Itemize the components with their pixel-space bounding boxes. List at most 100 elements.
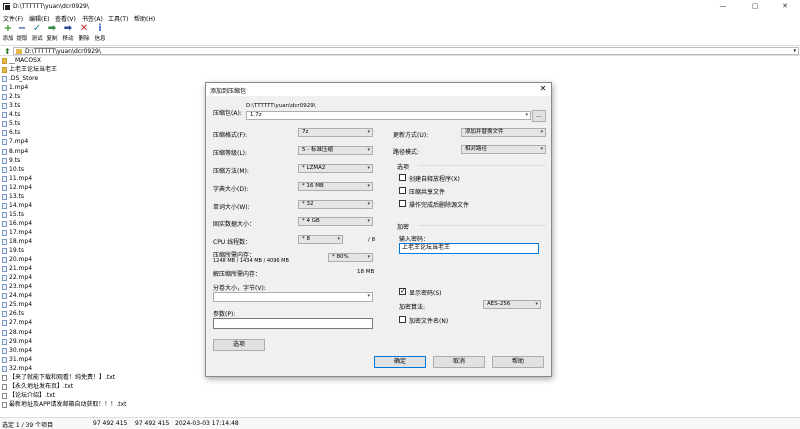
chevron-down-icon[interactable]: ▾: [793, 48, 796, 54]
menu-file[interactable]: 文件(F): [3, 14, 23, 23]
file-row[interactable]: 32.mp4: [2, 365, 32, 373]
file-name: 24.mp4: [9, 292, 33, 300]
menu-tools[interactable]: 工具(T): [108, 14, 128, 23]
file-row[interactable]: 3.ts: [2, 102, 20, 110]
file-row[interactable]: 7.mp4: [2, 138, 28, 146]
delete-button[interactable]: ✕ 删除: [77, 24, 91, 44]
file-row[interactable]: 【永久地址发布页】.txt: [2, 383, 73, 391]
cpu-select[interactable]: * 8 ▾: [298, 235, 343, 244]
file-icon: [2, 248, 7, 255]
extract-button[interactable]: − 提取: [15, 24, 29, 44]
method-select[interactable]: * LZMA2 ▾: [298, 164, 373, 173]
path-input[interactable]: D:\TTTTTT\yuan\dcr0929\ ▾: [13, 47, 799, 55]
file-row[interactable]: 1.mp4: [2, 84, 28, 92]
file-row[interactable]: 2.ts: [2, 93, 20, 101]
file-row[interactable]: 24.mp4: [2, 292, 32, 300]
cancel-button[interactable]: 取消: [433, 356, 485, 368]
level-select[interactable]: 5 - 标准压缩 ▾: [298, 146, 373, 155]
file-name: __MACOSX: [9, 57, 42, 64]
file-row[interactable]: 5.ts: [2, 120, 20, 128]
menu-edit[interactable]: 编辑(E): [29, 14, 49, 23]
update-select[interactable]: 添加并替换文件 ▾: [461, 128, 546, 137]
file-row[interactable]: 13.ts: [2, 193, 24, 201]
file-icon: [2, 220, 7, 227]
file-row[interactable]: 28.mp4: [2, 329, 32, 337]
ok-button[interactable]: 确定: [374, 356, 426, 368]
file-row[interactable]: 【论坛介绍】.txt: [2, 392, 55, 400]
file-row[interactable]: 最新地址及APP请发邮箱自动获取！！！.txt: [2, 401, 127, 409]
menu-help[interactable]: 帮助(H): [134, 14, 155, 23]
file-row[interactable]: 8.mp4: [2, 148, 28, 156]
encrypt-names-checkbox[interactable]: [399, 316, 406, 323]
file-row[interactable]: 30.mp4: [2, 347, 32, 355]
file-row[interactable]: .DS_Store: [2, 75, 38, 83]
split-combo[interactable]: ▾: [213, 292, 373, 302]
file-row[interactable]: 18.mp4: [2, 238, 32, 246]
add-button[interactable]: + 添加: [1, 24, 15, 44]
dict-select[interactable]: * 16 MB ▾: [298, 182, 373, 191]
params-input[interactable]: [213, 318, 373, 329]
password-input[interactable]: 上老王论坛当老王: [399, 243, 539, 254]
file-icon: [2, 157, 7, 164]
folder-row[interactable]: 上老王论坛当老王: [2, 66, 57, 74]
file-row[interactable]: 23.mp4: [2, 283, 32, 291]
file-row[interactable]: 16.mp4: [2, 220, 32, 228]
file-row[interactable]: 25.mp4: [2, 301, 32, 309]
move-button[interactable]: ➡ 移动: [61, 24, 75, 44]
archive-name-combo[interactable]: 1.7z ▾: [246, 111, 531, 120]
minimize-button[interactable]: —: [708, 1, 738, 11]
file-row[interactable]: 12.mp4: [2, 184, 32, 192]
file-row[interactable]: 4.ts: [2, 111, 20, 119]
show-password-checkbox[interactable]: [399, 287, 406, 295]
file-row[interactable]: 22.mp4: [2, 274, 32, 282]
dialog-close-button[interactable]: ✕: [538, 84, 548, 93]
file-row[interactable]: 10.ts: [2, 166, 24, 174]
word-select[interactable]: * 32 ▾: [298, 200, 373, 209]
file-row[interactable]: 31.mp4: [2, 356, 32, 364]
test-button[interactable]: ✓ 测试: [30, 24, 44, 44]
mem-pct-select[interactable]: * 80% ▾: [328, 253, 373, 262]
folder-row[interactable]: __MACOSX: [2, 57, 41, 65]
up-folder-icon[interactable]: ⬆: [4, 47, 11, 56]
window-title: D:\TTTTTT\yuan\dcr0929\: [13, 3, 89, 10]
chevron-down-icon: ▾: [367, 254, 370, 260]
browse-button[interactable]: ...: [532, 110, 546, 122]
file-row[interactable]: 21.mp4: [2, 265, 32, 273]
file-row[interactable]: 【来了就能下载和观看！纯免费！】.txt: [2, 374, 115, 382]
enc-method-select[interactable]: AES-256 ▾: [483, 300, 541, 309]
shared-checkbox[interactable]: [399, 187, 406, 194]
menu-view[interactable]: 查看(V): [55, 14, 76, 23]
maximize-button[interactable]: ▢: [740, 1, 770, 11]
file-icon: [2, 166, 7, 173]
file-row[interactable]: 26.ts: [2, 310, 24, 318]
file-row[interactable]: 29.mp4: [2, 338, 32, 346]
file-row[interactable]: 19.ts: [2, 247, 24, 255]
file-row[interactable]: 6.ts: [2, 129, 20, 137]
pathmode-select[interactable]: 相对路径 ▾: [461, 145, 546, 154]
solid-select[interactable]: * 4 GB ▾: [298, 217, 373, 226]
file-row[interactable]: 11.mp4: [2, 175, 32, 183]
file-icon: [2, 257, 7, 264]
copy-button[interactable]: ➡ 复制: [45, 24, 59, 44]
info-button[interactable]: i 信息: [93, 24, 107, 44]
options-button[interactable]: 选项: [213, 339, 265, 351]
help-button[interactable]: 帮助: [492, 356, 544, 368]
sfx-checkbox[interactable]: [399, 174, 406, 181]
pathmode-label: 路径模式:: [393, 149, 420, 156]
file-row[interactable]: 15.ts: [2, 211, 24, 219]
file-row[interactable]: 9.ts: [2, 157, 20, 165]
file-row[interactable]: 27.mp4: [2, 319, 32, 327]
menu-bookmarks[interactable]: 书签(A): [82, 14, 103, 23]
file-name: 7.mp4: [9, 138, 29, 146]
file-name: 最新地址及APP请发邮箱自动获取！！！.txt: [9, 400, 127, 408]
format-select[interactable]: 7z ▾: [298, 128, 373, 137]
file-row[interactable]: 17.mp4: [2, 229, 32, 237]
folder-icon: [16, 49, 22, 54]
file-icon: [2, 148, 7, 155]
file-name: 10.ts: [9, 165, 25, 173]
file-row[interactable]: 14.mp4: [2, 202, 32, 210]
delete-after-checkbox[interactable]: [399, 200, 406, 207]
close-button[interactable]: ✕: [770, 1, 800, 11]
file-row[interactable]: 20.mp4: [2, 256, 32, 264]
params-label: 参数(P):: [213, 311, 236, 318]
